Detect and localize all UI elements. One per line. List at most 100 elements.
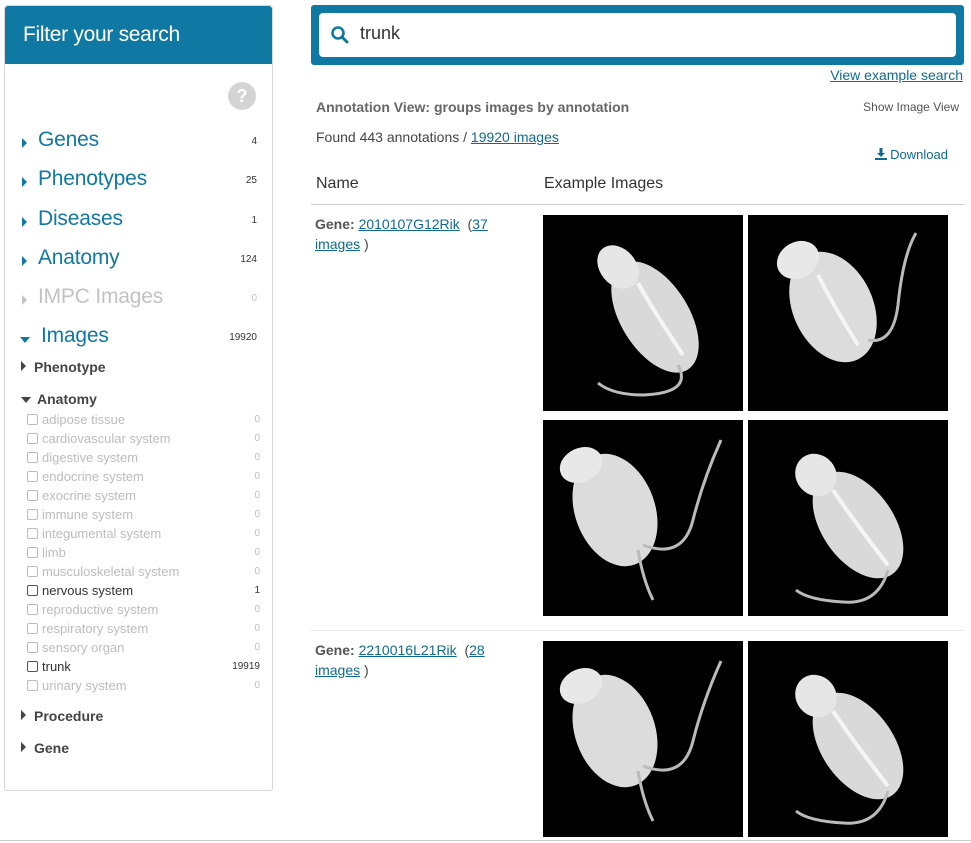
anatomy-filter-integumental-system: integumental system 0 xyxy=(27,525,260,544)
anatomy-filter-exocrine-system: exocrine system 0 xyxy=(27,487,260,506)
checkbox xyxy=(27,642,38,653)
subfacet-procedure[interactable]: Procedure xyxy=(21,708,103,724)
gene-link[interactable]: 2010107G12Rik xyxy=(359,216,460,232)
results-summary-text: Found 443 annotations / xyxy=(316,129,471,145)
facet-count: 0 xyxy=(251,293,257,304)
anatomy-label: endocrine system xyxy=(42,469,144,484)
checkbox xyxy=(27,604,38,615)
subfacet-anatomy[interactable]: Anatomy xyxy=(21,391,97,407)
xray-mouse-image xyxy=(559,660,723,822)
anatomy-filter-digestive-system: digestive system 0 xyxy=(27,449,260,468)
xray-thumbnail[interactable] xyxy=(543,215,743,411)
xray-mouse-image xyxy=(795,453,904,604)
image-count-link-label[interactable]: images xyxy=(315,662,360,678)
anatomy-count: 0 xyxy=(254,547,260,558)
anatomy-count: 19919 xyxy=(232,661,260,672)
triangle-right-icon xyxy=(21,361,26,371)
facet-images[interactable]: Images 19920 xyxy=(5,323,270,353)
images-count-link[interactable]: 19920 images xyxy=(471,129,559,145)
anatomy-filter-sensory-organ: sensory organ 0 xyxy=(27,639,260,658)
anatomy-label: respiratory system xyxy=(42,621,149,636)
checkbox xyxy=(27,433,38,444)
facet-genes[interactable]: Genes 4 xyxy=(5,127,270,157)
search-icon xyxy=(331,26,349,44)
xray-thumbnail[interactable] xyxy=(748,215,948,411)
triangle-right-icon xyxy=(21,742,26,752)
image-count-link-label[interactable]: images xyxy=(315,236,360,252)
anatomy-label: exocrine system xyxy=(42,488,136,503)
anatomy-count: 0 xyxy=(254,414,260,425)
anatomy-count: 0 xyxy=(254,680,260,691)
paren-close: ) xyxy=(364,662,369,678)
facet-impc-images: IMPC Images 0 xyxy=(5,284,270,314)
anatomy-count: 0 xyxy=(254,452,260,463)
sidebar-title: Filter your search xyxy=(5,6,272,64)
facet-count: 4 xyxy=(251,136,257,147)
anatomy-label: limb xyxy=(42,545,66,560)
anatomy-filter-respiratory-system: respiratory system 0 xyxy=(27,620,260,639)
annotation-row-name: Gene: 2010107G12Rik (37 images ) xyxy=(315,216,488,252)
anatomy-label: nervous system xyxy=(42,583,134,598)
facet-label: Diseases xyxy=(38,207,123,230)
anatomy-filter-musculoskeletal-system: musculoskeletal system 0 xyxy=(27,563,260,582)
xray-mouse-image xyxy=(559,439,723,601)
anatomy-filter-nervous-system[interactable]: nervous system 1 xyxy=(27,582,260,601)
xray-thumbnail[interactable] xyxy=(748,641,948,837)
facet-count: 19920 xyxy=(229,332,257,343)
gene-prefix: Gene: xyxy=(315,642,355,658)
page-bottom-divider xyxy=(0,840,971,841)
anatomy-label: immune system xyxy=(42,507,134,522)
help-icon[interactable]: ? xyxy=(228,82,256,110)
checkbox[interactable] xyxy=(27,661,38,672)
anatomy-label: reproductive system xyxy=(42,602,159,617)
subfacet-label: Gene xyxy=(34,740,70,756)
facet-label: Genes xyxy=(38,128,99,151)
xray-mouse-image xyxy=(795,674,904,825)
image-count-link[interactable]: 37 xyxy=(472,216,488,232)
gene-link[interactable]: 2210016L21Rik xyxy=(359,642,457,658)
subfacet-label: Procedure xyxy=(34,708,104,724)
show-image-view-link[interactable]: Show Image View xyxy=(863,100,959,114)
xray-thumbnail[interactable] xyxy=(543,641,743,837)
download-button[interactable]: Download xyxy=(875,147,948,162)
anatomy-label: urinary system xyxy=(42,678,127,693)
caret-down-icon xyxy=(20,337,30,343)
paren-close: ) xyxy=(364,236,369,252)
column-header-example-images: Example Images xyxy=(544,175,664,192)
anatomy-label: sensory organ xyxy=(42,640,125,655)
anatomy-count: 0 xyxy=(254,490,260,501)
facet-diseases[interactable]: Diseases 1 xyxy=(5,206,270,236)
anatomy-count: 0 xyxy=(254,623,260,634)
triangle-down-icon xyxy=(21,397,31,403)
anatomy-label: integumental system xyxy=(42,526,162,541)
caret-right-icon xyxy=(22,217,27,227)
header-divider xyxy=(311,204,964,205)
caret-right-icon xyxy=(22,177,27,187)
facet-phenotypes[interactable]: Phenotypes 25 xyxy=(5,166,270,196)
anatomy-filter-trunk[interactable]: trunk 19919 xyxy=(27,658,260,677)
anatomy-label: digestive system xyxy=(42,450,139,465)
search-bar xyxy=(311,5,964,65)
anatomy-count: 0 xyxy=(254,509,260,520)
search-input[interactable] xyxy=(360,23,920,44)
search-field-container[interactable] xyxy=(319,13,956,57)
anatomy-label: musculoskeletal system xyxy=(42,564,180,579)
annotation-row-name: Gene: 2210016L21Rik (28 images ) xyxy=(315,642,485,678)
image-count-link[interactable]: 28 xyxy=(469,642,485,658)
subfacet-phenotype[interactable]: Phenotype xyxy=(21,359,106,375)
caret-right-icon xyxy=(22,256,27,266)
anatomy-count: 0 xyxy=(254,566,260,577)
subfacet-label: Phenotype xyxy=(34,359,106,375)
facet-count: 124 xyxy=(240,254,257,265)
xray-thumbnail[interactable] xyxy=(543,420,743,616)
checkbox xyxy=(27,452,38,463)
subfacet-gene[interactable]: Gene xyxy=(21,740,69,756)
facet-label: IMPC Images xyxy=(38,285,163,308)
xray-mouse-image xyxy=(776,232,918,363)
anatomy-filter-urinary-system: urinary system 0 xyxy=(27,677,260,696)
xray-thumbnail[interactable] xyxy=(748,420,948,616)
view-example-search-link[interactable]: View example search xyxy=(830,67,963,83)
facet-anatomy[interactable]: Anatomy 124 xyxy=(5,245,270,275)
caret-right-icon xyxy=(22,295,27,305)
checkbox[interactable] xyxy=(27,585,38,596)
